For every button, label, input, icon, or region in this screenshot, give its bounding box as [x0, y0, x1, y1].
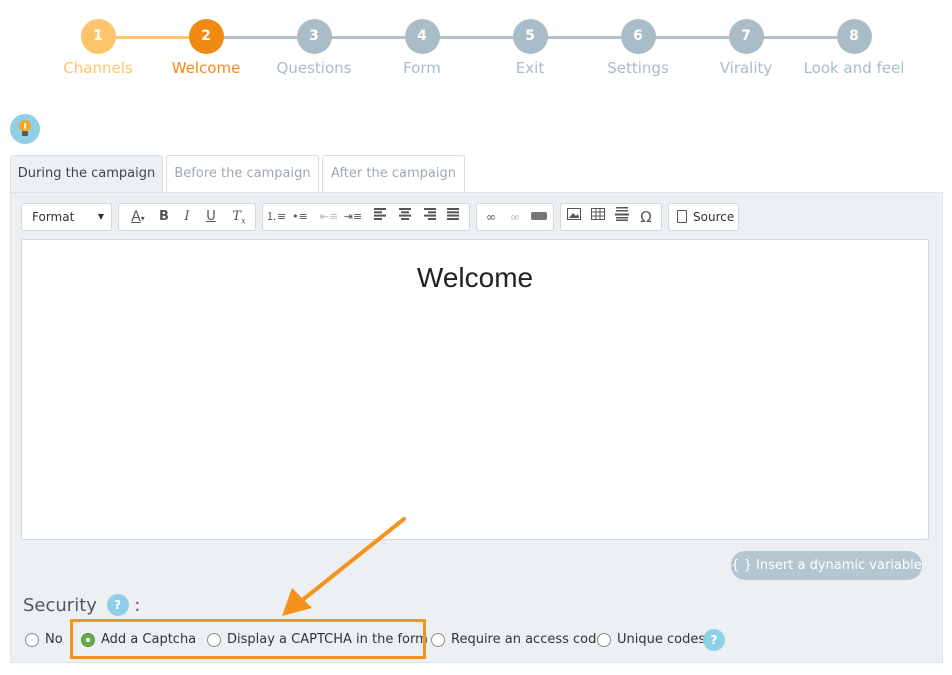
underline-icon[interactable]: U: [201, 207, 221, 227]
step-exit[interactable]: 5 Exit: [475, 19, 585, 77]
justify-icon[interactable]: [443, 207, 463, 227]
step-label: Virality: [719, 59, 773, 77]
text-style-group: A▾ B I U Tx: [118, 203, 256, 231]
step-number: 3: [296, 19, 332, 54]
radio-label: No: [45, 632, 63, 647]
radio-require-access-code[interactable]: Require an access code: [431, 629, 604, 651]
insert-group: Ω: [560, 203, 662, 231]
radio-unique-codes[interactable]: Unique codes: [597, 629, 705, 651]
step-channels[interactable]: 1 Channels: [43, 19, 153, 77]
radio-label: Require an access code: [451, 632, 605, 647]
step-number: 8: [836, 19, 872, 54]
step-questions[interactable]: 3 Questions: [259, 19, 369, 77]
step-label: Exit: [515, 59, 545, 77]
source-button[interactable]: Source: [668, 203, 739, 231]
help-icon[interactable]: ?: [106, 593, 129, 616]
bold-icon[interactable]: B: [154, 207, 174, 227]
text-color-icon[interactable]: A▾: [125, 207, 151, 227]
italic-icon[interactable]: I: [177, 207, 197, 227]
link-group: ∞ ∞: [476, 203, 554, 231]
editor-panel: Format ▼ A▾ B I U Tx ⒈≡ •≡ ⇤≡ ⇥≡ ∞ ∞ Ω S…: [10, 192, 943, 663]
source-label: Source: [693, 210, 735, 224]
security-label: Security: [23, 595, 97, 616]
image-icon[interactable]: [564, 207, 584, 227]
radio-no[interactable]: No: [25, 629, 63, 651]
editor-heading: Welcome: [416, 262, 534, 293]
numbered-list-icon[interactable]: ⒈≡: [266, 207, 286, 227]
align-left-icon[interactable]: [371, 207, 391, 227]
security-heading: Security ? :: [23, 593, 141, 616]
source-icon: [677, 210, 687, 223]
step-settings[interactable]: 6 Settings: [583, 19, 693, 77]
step-number: 1: [80, 19, 116, 54]
step-label: Form: [403, 59, 441, 77]
unique-codes-help-icon[interactable]: ?: [703, 629, 725, 651]
lightbulb-icon[interactable]: [10, 114, 40, 144]
progress-stepper: 1 Channels 2 Welcome 3 Questions 4 Form …: [0, 0, 952, 90]
step-virality[interactable]: 7 Virality: [691, 19, 801, 77]
step-form[interactable]: 4 Form: [367, 19, 477, 77]
special-char-icon[interactable]: Ω: [636, 207, 656, 227]
caret-down-icon: ▼: [97, 212, 104, 221]
step-label: Channels: [63, 59, 133, 77]
align-right-icon[interactable]: [419, 207, 439, 227]
step-look-and-feel[interactable]: 8 Look and feel: [799, 19, 909, 77]
step-label: Welcome: [171, 59, 241, 77]
format-dropdown[interactable]: Format ▼: [21, 203, 112, 231]
bulleted-list-icon[interactable]: •≡: [290, 207, 310, 227]
step-label: Settings: [607, 59, 669, 77]
paragraph-group: ⒈≡ •≡ ⇤≡ ⇥≡: [262, 203, 470, 231]
tab-during-campaign[interactable]: During the campaign: [10, 155, 163, 194]
insert-dynamic-variable-button[interactable]: { } Insert a dynamic variable: [731, 551, 922, 580]
step-label: Questions: [276, 59, 352, 77]
security-separator: :: [134, 595, 141, 616]
link-icon[interactable]: ∞: [481, 207, 501, 227]
remove-format-icon[interactable]: Tx: [229, 207, 249, 227]
step-number: 7: [728, 19, 764, 54]
tab-after-campaign[interactable]: After the campaign: [322, 155, 465, 193]
outdent-icon[interactable]: ⇤≡: [319, 207, 339, 227]
step-number: 2: [188, 19, 224, 54]
anchor-icon[interactable]: [529, 207, 549, 227]
table-icon[interactable]: [588, 207, 608, 227]
step-number: 5: [512, 19, 548, 54]
rich-text-editor[interactable]: Welcome: [21, 239, 929, 540]
step-label: Look and feel: [803, 59, 905, 77]
step-number: 6: [620, 19, 656, 54]
align-center-icon[interactable]: [395, 207, 415, 227]
step-welcome[interactable]: 2 Welcome: [151, 19, 261, 77]
tab-before-campaign[interactable]: Before the campaign: [166, 155, 319, 193]
annotation-highlight-box: [70, 619, 426, 659]
radio-circle: [431, 633, 445, 647]
unlink-icon[interactable]: ∞: [505, 207, 525, 227]
step-number: 4: [404, 19, 440, 54]
indent-icon[interactable]: ⇥≡: [343, 207, 363, 227]
format-label: Format: [32, 210, 75, 224]
radio-circle: [597, 633, 611, 647]
radio-circle: [25, 633, 39, 647]
horizontal-line-icon[interactable]: [612, 207, 632, 227]
radio-label: Unique codes: [617, 632, 706, 647]
